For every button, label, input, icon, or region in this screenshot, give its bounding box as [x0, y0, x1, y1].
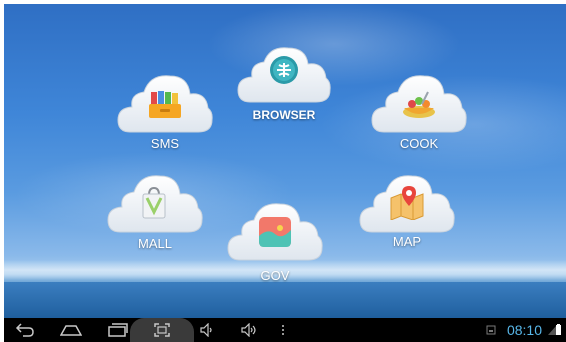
- sea: [4, 282, 566, 318]
- cooking-bowl-icon: [400, 90, 438, 125]
- app-cook[interactable]: COOK: [370, 70, 468, 156]
- app-label: MAP: [392, 234, 422, 249]
- recent-apps-icon: [108, 323, 128, 337]
- screenshot-icon: [154, 323, 170, 337]
- menu-dots-icon: [282, 325, 284, 335]
- volume-up-button[interactable]: [236, 318, 264, 342]
- map-pin-icon: [388, 184, 426, 225]
- sms-folder-icon: [148, 90, 182, 125]
- app-label: GOV: [260, 268, 290, 283]
- gov-chart-icon: [258, 216, 292, 253]
- shopping-bag-icon: [140, 186, 168, 225]
- app-label: BROWSER: [252, 108, 316, 122]
- app-browser[interactable]: BROWSER: [236, 42, 332, 132]
- app-gov[interactable]: GOV: [226, 198, 324, 284]
- volume-down-icon: [200, 323, 212, 337]
- app-mall[interactable]: MALL: [106, 170, 204, 256]
- app-label: COOK: [399, 136, 439, 151]
- screenshot-button[interactable]: [130, 318, 194, 342]
- app-label: SMS: [150, 136, 180, 151]
- globe-icon: [268, 54, 300, 91]
- app-map[interactable]: MAP: [358, 170, 456, 256]
- home-screen: BROWSER SMS COOK MALL GOV MAP 08:10: [0, 0, 566, 342]
- app-sms[interactable]: SMS: [116, 70, 214, 156]
- navigation-bar: 08:10: [4, 318, 566, 342]
- menu-button[interactable]: [276, 318, 290, 342]
- home-icon: [60, 325, 82, 336]
- app-label: MALL: [138, 236, 172, 251]
- sd-card-icon: [486, 325, 496, 335]
- back-button[interactable]: [10, 318, 40, 342]
- back-icon: [15, 323, 34, 337]
- status-clock: 08:10: [506, 322, 542, 338]
- volume-down-button[interactable]: [194, 318, 220, 342]
- home-button[interactable]: [54, 318, 88, 342]
- volume-up-icon: [241, 323, 256, 337]
- signal-icon: [548, 326, 556, 335]
- battery-icon: [556, 324, 561, 335]
